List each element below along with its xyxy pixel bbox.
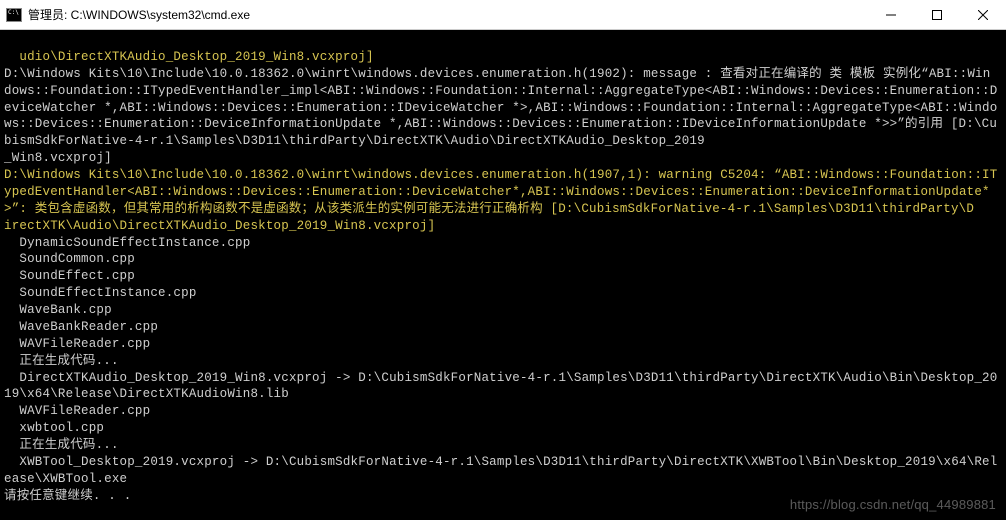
window-title: 管理员: C:\WINDOWS\system32\cmd.exe <box>28 6 250 23</box>
maximize-button[interactable] <box>914 0 960 29</box>
terminal-line: DynamicSoundEffectInstance.cpp <box>4 236 250 250</box>
terminal-line: irectXTK\Audio\DirectXTKAudio_Desktop_20… <box>4 219 435 233</box>
terminal-line: SoundEffectInstance.cpp <box>4 286 197 300</box>
terminal-line: xwbtool.cpp <box>4 421 104 435</box>
terminal-line: WaveBank.cpp <box>4 303 112 317</box>
terminal-line: WaveBankReader.cpp <box>4 320 158 334</box>
terminal-line: DirectXTKAudio_Desktop_2019_Win8.vcxproj… <box>4 371 997 402</box>
maximize-icon <box>932 10 942 20</box>
minimize-button[interactable] <box>868 0 914 29</box>
window-titlebar: 管理员: C:\WINDOWS\system32\cmd.exe <box>0 0 1006 30</box>
terminal-line: D:\Windows Kits\10\Include\10.0.18362.0\… <box>4 67 990 81</box>
terminal-line: SoundEffect.cpp <box>4 269 135 283</box>
watermark-text: https://blog.csdn.net/qq_44989881 <box>790 496 996 514</box>
close-button[interactable] <box>960 0 1006 29</box>
terminal-line: 正在生成代码... <box>4 438 119 452</box>
terminal-line: _Win8.vcxproj] <box>4 151 112 165</box>
terminal-line: udio\DirectXTKAudio_Desktop_2019_Win8.vc… <box>19 50 373 64</box>
titlebar-left: 管理员: C:\WINDOWS\system32\cmd.exe <box>0 6 250 23</box>
terminal-line: WAVFileReader.cpp <box>4 404 150 418</box>
terminal-line: 正在生成代码... <box>4 354 119 368</box>
window-controls <box>868 0 1006 29</box>
terminal-line: 请按任意键继续. . . <box>4 489 131 503</box>
close-icon <box>978 10 988 20</box>
terminal-line: XWBTool_Desktop_2019.vcxproj -> D:\Cubis… <box>4 455 997 486</box>
terminal-line: dows::Foundation::ITypedEventHandler_imp… <box>4 84 997 149</box>
minimize-icon <box>886 10 896 20</box>
terminal-output[interactable]: udio\DirectXTKAudio_Desktop_2019_Win8.vc… <box>0 30 1006 520</box>
terminal-line: D:\Windows Kits\10\Include\10.0.18362.0\… <box>4 168 997 216</box>
cmd-icon <box>6 8 22 22</box>
terminal-line: WAVFileReader.cpp <box>4 337 150 351</box>
terminal-line: SoundCommon.cpp <box>4 252 135 266</box>
